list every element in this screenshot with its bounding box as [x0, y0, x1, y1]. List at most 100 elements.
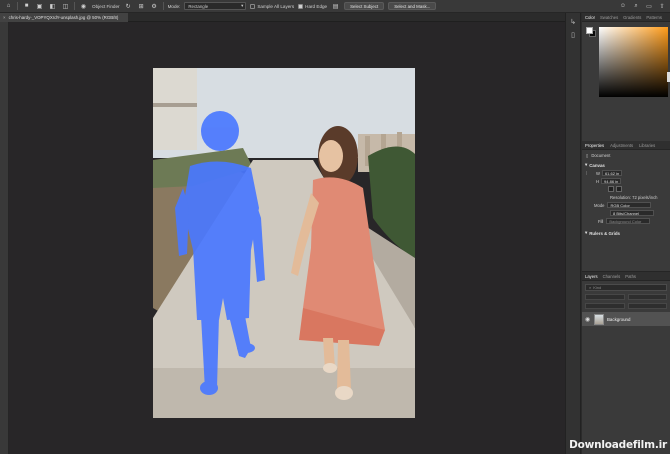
portrait-orientation-icon[interactable]: [608, 186, 614, 192]
layer-filter-select[interactable]: ⌕ Kind: [585, 284, 667, 291]
refresh-icon[interactable]: ↻: [124, 2, 133, 11]
height-row: H 94.86 in: [582, 177, 670, 185]
layer-row[interactable]: ◉ Background: [582, 312, 670, 326]
fill-label: Fill: [598, 218, 604, 224]
properties-panel: Properties Adjustments Libraries ▯ Docum…: [582, 141, 670, 273]
orientation-row: [582, 185, 670, 193]
layers-panel: Layers Channels Paths ⌕ Kind ◉ Backgroun…: [582, 271, 670, 454]
history-icon[interactable]: ↳: [566, 18, 580, 26]
tab-swatches[interactable]: Swatches: [600, 15, 618, 20]
lock-controls[interactable]: [585, 303, 625, 309]
layer-filter-label: Kind: [593, 285, 602, 290]
document-tab-bar: × chris-hardy-_VOPYQXrdY-unsplash.jpg @ …: [0, 13, 565, 22]
subtract-selection-icon[interactable]: ◧: [48, 2, 57, 11]
rulers-grids-label: Rulers & Grids: [589, 230, 620, 236]
object-finder-label[interactable]: Object Finder: [92, 4, 120, 9]
sample-all-layers-label: Sample All Layers: [257, 3, 295, 9]
close-icon[interactable]: ×: [3, 15, 6, 20]
bit-depth-select[interactable]: 8 Bits/Channel: [610, 210, 654, 216]
document-tab-title: chris-hardy-_VOPYQXrdY-unsplash.jpg @ 50…: [8, 15, 119, 20]
fill-field[interactable]: [627, 303, 667, 309]
share-icon[interactable]: ⇧: [658, 2, 666, 10]
sample-all-layers-checkbox[interactable]: [250, 3, 256, 9]
foreground-color-swatch[interactable]: [586, 27, 593, 34]
tab-adjustments[interactable]: Adjustments: [610, 143, 633, 148]
link-icon[interactable]: ⁞: [586, 171, 596, 176]
options-bar: ⌂ ■ ▣ ◧ ◫ ◉ Object Finder ↻ ⊞ ⚙ Mode: Re…: [0, 0, 670, 13]
tab-channels[interactable]: Channels: [603, 274, 621, 279]
tab-paths[interactable]: Paths: [625, 274, 636, 279]
tab-properties[interactable]: Properties: [585, 143, 604, 148]
canvas-heading-label: Canvas: [589, 162, 605, 168]
layers-panel-tabs: Layers Channels Paths: [582, 272, 670, 281]
blend-mode-row: [585, 294, 667, 301]
home-icon[interactable]: ⌂: [4, 2, 13, 11]
intersect-selection-icon[interactable]: ◫: [61, 2, 70, 11]
collapsed-panel-dock: ↳ ▯: [565, 13, 581, 454]
properties-panel-tabs: Properties Adjustments Libraries: [582, 141, 670, 150]
properties-document-label: Document: [591, 153, 611, 158]
tab-patterns[interactable]: Patterns: [646, 15, 662, 20]
select-subject-button[interactable]: Select Subject: [344, 2, 385, 10]
divider: [17, 2, 18, 10]
lock-row: [585, 303, 667, 310]
hard-edge-label: Hard Edge: [305, 3, 328, 9]
mode-select-value: Rectangle: [188, 3, 209, 9]
bit-depth-row: 8 Bits/Channel: [582, 209, 670, 217]
height-field[interactable]: 94.86 in: [601, 178, 622, 184]
hard-edge-checkbox[interactable]: [298, 3, 304, 9]
color-picker-field[interactable]: [599, 27, 668, 97]
user-icon[interactable]: ☺: [619, 2, 627, 10]
divider: [74, 2, 75, 10]
fill-select[interactable]: Background Color: [606, 218, 651, 224]
object-finder-toggle-icon[interactable]: ◉: [79, 2, 88, 11]
gear-icon[interactable]: ⚙: [150, 2, 159, 11]
workspace-icon[interactable]: ▭: [645, 2, 653, 10]
watermark: Downloadefilm.ir: [569, 439, 667, 451]
color-panel: [582, 22, 670, 137]
rulers-grids-heading[interactable]: ▾ Rulers & Grids: [582, 229, 670, 237]
mode-label: Mode:: [167, 3, 181, 9]
enhance-edge-icon[interactable]: ▤: [331, 2, 340, 11]
photo-illustration: [153, 68, 415, 418]
mode-label: Mode: [594, 202, 605, 208]
chevron-down-icon: ▾: [585, 230, 588, 235]
sample-all-layers-option[interactable]: Sample All Layers: [250, 3, 295, 9]
tab-libraries[interactable]: Libraries: [639, 143, 655, 148]
tab-color[interactable]: Color: [585, 15, 595, 20]
search-icon[interactable]: ⌕: [632, 2, 640, 10]
new-selection-icon[interactable]: ■: [22, 2, 31, 11]
mode-row: Mode RGB Color: [582, 201, 670, 209]
fill-row: Fill Background Color: [582, 217, 670, 225]
document-icon: ▯: [586, 153, 589, 158]
hard-edge-option[interactable]: Hard Edge: [298, 3, 328, 9]
color-panel-tabs: Color Swatches Gradients Patterns: [582, 13, 670, 22]
tools-panel: [0, 22, 9, 454]
opacity-field[interactable]: [627, 294, 667, 300]
canvas-section-heading[interactable]: ▾ Canvas: [582, 161, 670, 169]
blend-mode-select[interactable]: [585, 294, 625, 300]
divider: [162, 2, 164, 10]
chevron-down-icon: ▾: [585, 162, 588, 167]
resolution-label: Resolution: 72 pixels/inch: [610, 194, 658, 200]
eye-icon[interactable]: ◉: [585, 316, 591, 323]
properties-document-row: ▯ Document: [582, 150, 670, 161]
document-tab[interactable]: × chris-hardy-_VOPYQXrdY-unsplash.jpg @ …: [0, 13, 128, 22]
select-and-mask-button[interactable]: Select and Mask...: [388, 2, 437, 10]
layer-thumbnail: [594, 313, 604, 325]
tab-layers[interactable]: Layers: [585, 274, 598, 279]
show-objects-icon[interactable]: ⊞: [137, 2, 146, 11]
color-mode-select[interactable]: RGB Color: [607, 202, 652, 208]
landscape-orientation-icon[interactable]: [616, 186, 622, 192]
search-icon: ⌕: [589, 285, 592, 290]
layer-name: Background: [607, 316, 631, 322]
canvas-area[interactable]: [9, 22, 565, 454]
width-row: ⁞ W 61.62 in: [582, 169, 670, 177]
width-field[interactable]: 61.62 in: [601, 170, 622, 176]
mode-select[interactable]: Rectangle ▾: [184, 2, 247, 10]
comments-icon[interactable]: ▯: [566, 31, 580, 39]
add-selection-icon[interactable]: ▣: [35, 2, 44, 11]
document-image[interactable]: [153, 68, 415, 418]
chevron-down-icon: ▾: [241, 3, 244, 8]
tab-gradients[interactable]: Gradients: [623, 15, 641, 20]
